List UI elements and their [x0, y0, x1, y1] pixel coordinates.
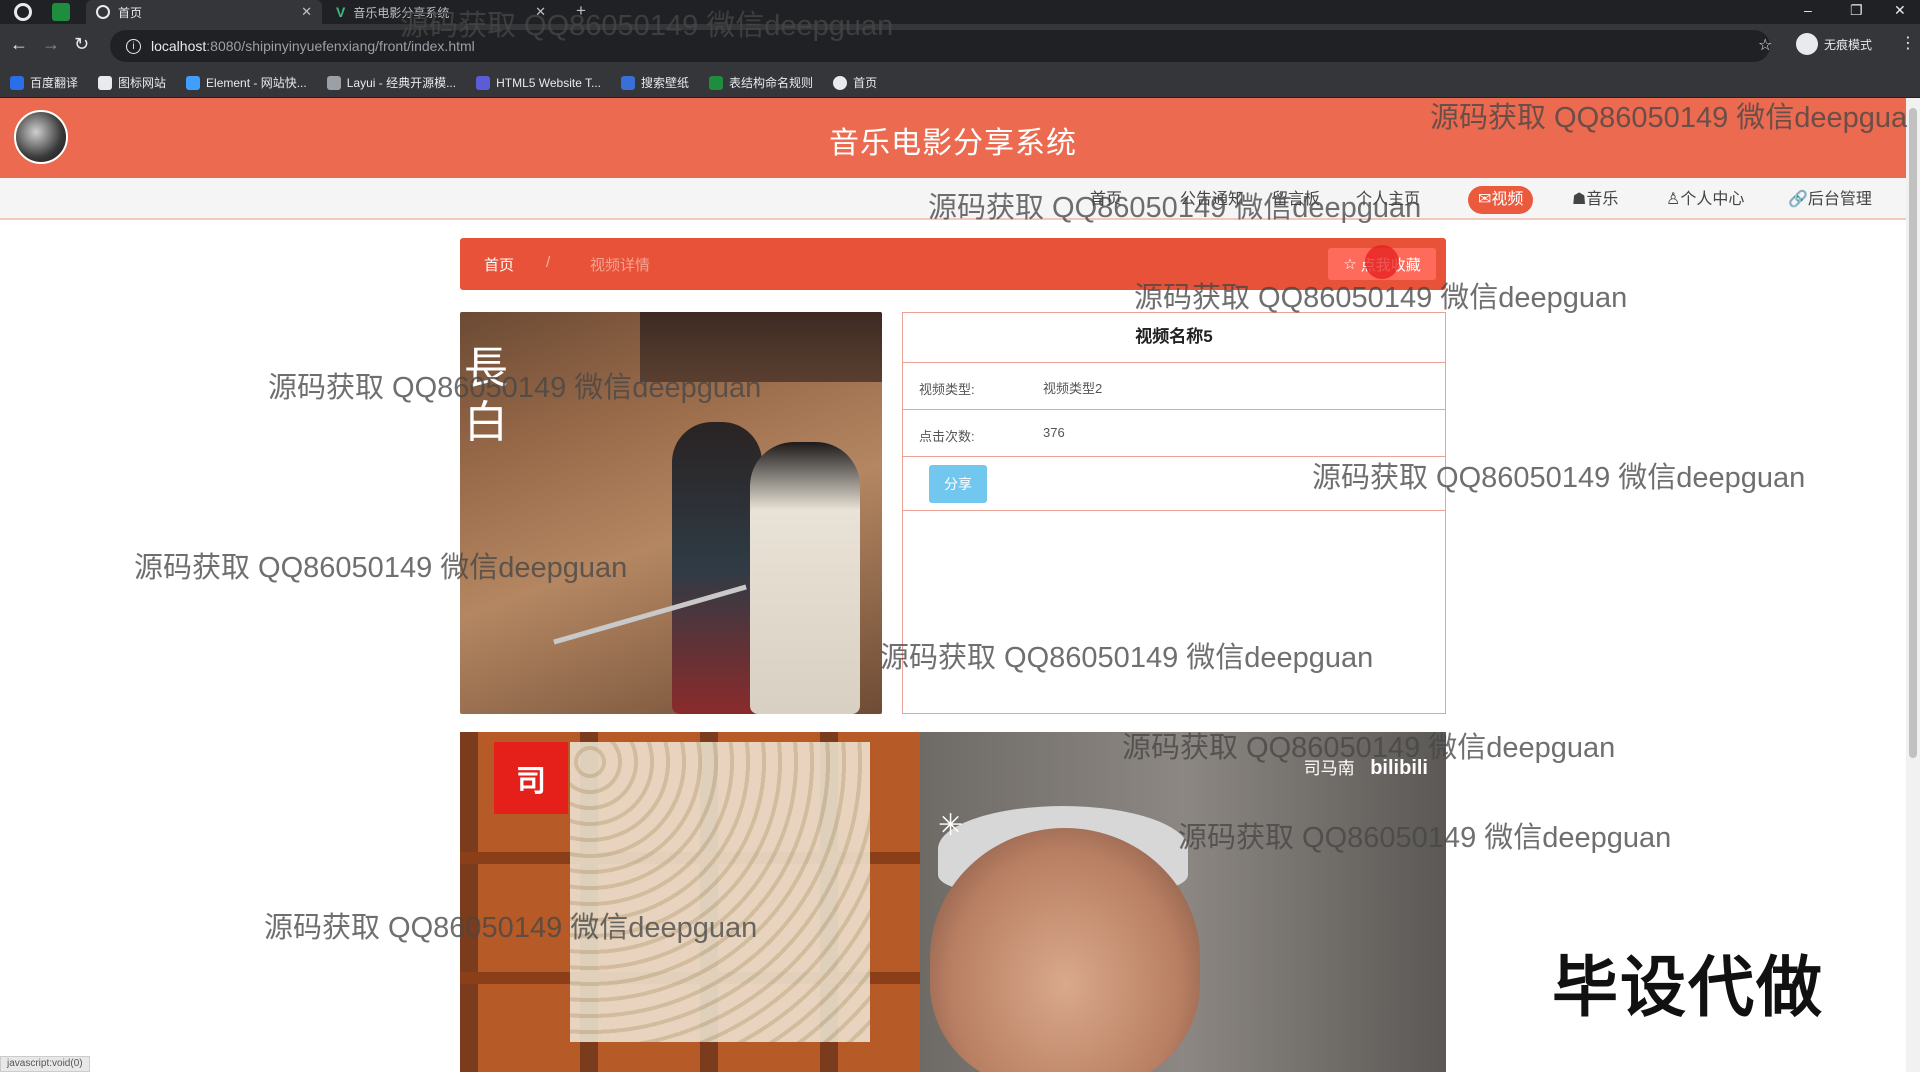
tab-label: 首页 — [118, 5, 143, 20]
bookmark-star-icon[interactable]: ☆ — [1758, 35, 1772, 55]
tab-music-movie[interactable]: V 音乐电影分享系统 ✕ — [326, 0, 556, 24]
incognito-icon — [1796, 33, 1818, 55]
nav-item-personal-page[interactable]: 个人主页 — [1346, 186, 1430, 214]
breadcrumb-current: 视频详情 — [590, 257, 651, 274]
url-field[interactable]: i localhost :8080/shipinyinyuefenxiang/f… — [110, 30, 1770, 62]
wallpaper-icon — [621, 75, 636, 90]
bookmark-element[interactable]: Element - 网站快... — [186, 74, 307, 91]
video-frame-person — [930, 828, 1200, 1072]
browser-tab-strip: 首页 ✕ V 音乐电影分享系统 ✕ + – ❐ ✕ — [0, 0, 1920, 24]
bookmark-label: Layui - 经典开源模... — [346, 76, 457, 90]
breadcrumb-home[interactable]: 首页 — [484, 254, 514, 275]
bookmark-label: Element - 网站快... — [206, 76, 307, 90]
breadcrumb: 首页 / 视频详情 ☆ 点我收藏 — [460, 238, 1446, 290]
menu-icon[interactable]: ⋮ — [1900, 33, 1916, 53]
element-icon — [186, 75, 201, 90]
nav-item-home[interactable]: 首页 — [1080, 186, 1132, 214]
poster-figure-woman — [750, 442, 860, 714]
tab-home[interactable]: 首页 ✕ — [86, 0, 322, 24]
main-nav: 首页 公告通知 留言板 个人主页 ✉视频 ☗音乐 ♙个人中心 🔗后台管理 — [0, 178, 1906, 220]
close-tab-icon[interactable]: ✕ — [301, 4, 312, 20]
bookmark-label: 首页 — [853, 76, 878, 90]
share-button[interactable]: 分享 — [929, 465, 987, 503]
video-info-panel: 视频名称5 视频类型: 视频类型2 点击次数: 376 分享 — [902, 312, 1446, 714]
bilibili-logo: bilibili — [1370, 757, 1428, 779]
pinned-tab-icon[interactable] — [52, 3, 70, 21]
bookmark-label: 表结构命名规则 — [729, 76, 814, 90]
site-title: 音乐电影分享系统 — [829, 127, 1077, 160]
bookmark-label: 搜索壁纸 — [641, 76, 690, 90]
address-toolbar: ← → ↻ i localhost :8080/shipinyinyuefenx… — [0, 24, 1920, 68]
info-key: 点击次数: — [919, 429, 975, 444]
bookmark-home[interactable]: 首页 — [833, 74, 877, 91]
sheet-icon — [709, 75, 724, 90]
bookmark-html5[interactable]: HTML5 Website T... — [476, 75, 602, 90]
flag-icon — [98, 75, 113, 90]
nav-item-admin[interactable]: 🔗后台管理 — [1778, 186, 1882, 214]
video-title: 视频名称5 — [903, 313, 1445, 363]
info-value: 376 — [1043, 425, 1065, 440]
bookmark-label: 图标网站 — [118, 76, 167, 90]
poster-figure-man — [672, 422, 762, 714]
channel-brand: 司马南 bilibili — [1304, 754, 1428, 780]
incognito-indicator[interactable]: 无痕模式 — [1796, 33, 1872, 55]
restore-icon[interactable]: ❐ — [1850, 2, 1863, 19]
status-bar-link: javascript:void(0) — [0, 1056, 90, 1072]
page-scrollbar[interactable] — [1906, 98, 1920, 1072]
video-player[interactable]: 司 司马南 bilibili ✳ — [460, 732, 1446, 1072]
tab-label: 音乐电影分享系统 — [353, 5, 450, 20]
close-window-icon[interactable]: ✕ — [1894, 2, 1906, 19]
back-icon[interactable]: ← — [10, 34, 28, 55]
scrollbar-thumb[interactable] — [1909, 108, 1917, 758]
breadcrumb-separator: / — [546, 254, 551, 271]
close-tab-icon[interactable]: ✕ — [535, 4, 546, 20]
vue-icon: V — [336, 4, 346, 20]
incognito-label: 无痕模式 — [1824, 37, 1873, 52]
browser-icon[interactable] — [14, 3, 32, 21]
overlay-caption: 毕设代做 — [1552, 950, 1824, 1024]
new-tab-icon[interactable]: + — [576, 1, 586, 21]
nav-item-user-center[interactable]: ♙个人中心 — [1656, 186, 1754, 214]
channel-name: 司马南 — [1303, 759, 1355, 778]
minimize-icon[interactable]: – — [1804, 2, 1812, 18]
bookmark-table-naming[interactable]: 表结构命名规则 — [709, 74, 813, 91]
info-row-clicks: 点击次数: 376 — [903, 410, 1445, 457]
bookmark-label: 百度翻译 — [30, 76, 79, 90]
poster-calligraphy: ⻑白 — [464, 343, 508, 448]
info-icon[interactable]: i — [126, 38, 141, 54]
translate-icon — [10, 75, 24, 90]
bookmark-label: HTML5 Website T... — [496, 75, 602, 90]
bookmarks-bar: 百度翻译 图标网站 Element - 网站快... Layui - 经典开源模… — [0, 68, 1920, 98]
channel-badge: 司 — [494, 742, 568, 814]
bookmark-icon-site[interactable]: 图标网站 — [98, 74, 166, 91]
nav-item-music[interactable]: ☗音乐 — [1562, 186, 1628, 214]
nav-item-video[interactable]: ✉视频 — [1468, 186, 1534, 214]
video-cover-image: ⻑白 — [460, 312, 882, 714]
forward-icon[interactable]: → — [42, 34, 60, 55]
globe-icon — [96, 5, 110, 19]
bookmark-baidu-translate[interactable]: 百度翻译 — [10, 74, 78, 91]
share-row: 分享 — [903, 457, 1445, 511]
video-frame-scrolls — [570, 742, 870, 1042]
reload-icon[interactable]: ↻ — [74, 34, 89, 55]
bookmark-wallpaper[interactable]: 搜索壁纸 — [621, 74, 689, 91]
url-host: localhost — [151, 38, 207, 54]
info-row-type: 视频类型: 视频类型2 — [903, 363, 1445, 410]
site-header: 音乐电影分享系统 — [0, 98, 1906, 178]
nav-item-message-board[interactable]: 留言板 — [1262, 186, 1330, 214]
globe-icon — [833, 75, 848, 90]
nav-item-notice[interactable]: 公告通知 — [1170, 186, 1254, 214]
info-key: 视频类型: — [919, 382, 975, 397]
poster-roof — [640, 312, 882, 382]
info-value: 视频类型2 — [1043, 381, 1103, 396]
star-icon: ☆ — [1343, 256, 1357, 273]
bookmark-layui[interactable]: Layui - 经典开源模... — [326, 74, 457, 91]
loading-spinner-icon: ✳ — [938, 809, 964, 842]
url-path: :8080/shipinyinyuefenxiang/front/index.h… — [206, 38, 475, 54]
mouse-cursor-highlight — [1365, 245, 1399, 279]
page-viewport: 音乐电影分享系统 首页 公告通知 留言板 个人主页 ✉视频 ☗音乐 ♙个人中心 … — [0, 98, 1906, 1072]
layui-icon — [326, 75, 341, 90]
html5-icon — [476, 75, 491, 90]
